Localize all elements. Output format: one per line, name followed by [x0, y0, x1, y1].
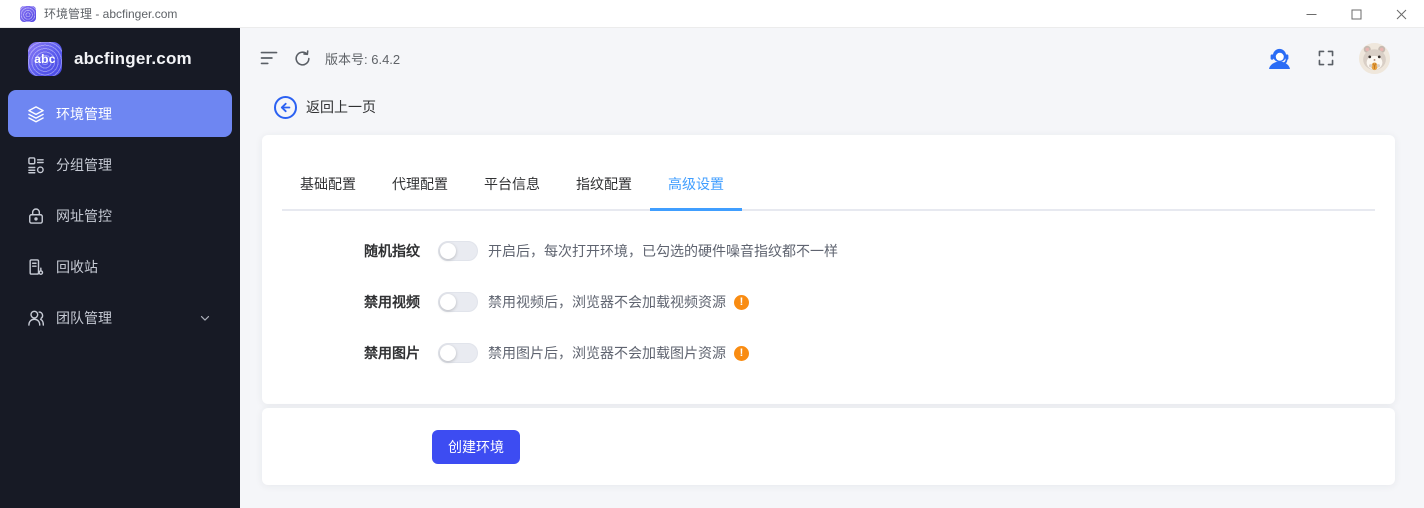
- titlebar: 环境管理 - abcfinger.com: [0, 0, 1424, 28]
- app-logo-icon: [20, 5, 36, 22]
- team-icon: [26, 308, 46, 328]
- window-title: 环境管理 - abcfinger.com: [44, 7, 178, 21]
- tab-proxy-config[interactable]: 代理配置: [374, 165, 466, 209]
- fullscreen-icon[interactable]: [1317, 49, 1335, 67]
- setting-label: 随机指纹: [364, 243, 420, 259]
- sidebar-item-environment[interactable]: 环境管理: [8, 90, 232, 137]
- brand-logo-text: abc: [34, 52, 56, 66]
- warning-icon[interactable]: [734, 294, 749, 310]
- sidebar-menu: 环境管理 分组管理 网址管控 回收站 团队管理: [0, 90, 240, 341]
- brand-name: abcfinger.com: [74, 49, 192, 68]
- toolbar-right: [1266, 42, 1390, 74]
- recycle-bin-icon: [26, 257, 46, 277]
- tab-fingerprint-config[interactable]: 指纹配置: [558, 165, 650, 209]
- sidebar: abc abcfinger.com 环境管理 分组管理 网址管控 回收站 团队管…: [0, 28, 240, 508]
- setting-description: 开启后，每次打开环境，已勾选的硬件噪音指纹都不一样: [488, 243, 838, 259]
- tab-basic-config[interactable]: 基础配置: [282, 165, 374, 209]
- tab-bar: 基础配置 代理配置 平台信息 指纹配置 高级设置: [282, 135, 1375, 211]
- setting-description: 禁用视频后，浏览器不会加载视频资源: [488, 294, 726, 310]
- sidebar-item-recycle-bin[interactable]: 回收站: [8, 243, 232, 290]
- maximize-icon: [1351, 9, 1362, 19]
- toggle-knob: [440, 345, 456, 361]
- sidebar-item-label: 分组管理: [56, 156, 112, 173]
- disable-video-toggle[interactable]: [438, 292, 478, 312]
- settings-card: 基础配置 代理配置 平台信息 指纹配置 高级设置 随机指纹 开启后，每次打开环境…: [262, 135, 1395, 404]
- sidebar-item-team[interactable]: 团队管理: [8, 294, 232, 341]
- close-icon: [1396, 9, 1407, 19]
- customer-support-icon[interactable]: [1266, 45, 1293, 72]
- setting-label: 禁用视频: [364, 294, 420, 310]
- warning-icon[interactable]: [734, 345, 749, 361]
- settings-rows: 随机指纹 开启后，每次打开环境，已勾选的硬件噪音指纹都不一样 禁用视频 禁用视频…: [262, 211, 1395, 371]
- hamster-avatar-image: [1359, 42, 1390, 74]
- minimize-button[interactable]: [1289, 0, 1334, 28]
- refresh-icon[interactable]: [293, 49, 312, 68]
- minimize-icon: [1306, 13, 1317, 15]
- version-label: 版本号: 6.4.2: [325, 51, 401, 67]
- back-label: 返回上一页: [306, 99, 376, 115]
- chevron-down-icon: [198, 311, 212, 325]
- create-environment-button[interactable]: 创建环境: [432, 429, 520, 464]
- brand-logo-icon: abc: [28, 42, 62, 76]
- tab-advanced-settings[interactable]: 高级设置: [650, 165, 742, 211]
- group-icon: [26, 155, 46, 175]
- sidebar-item-groups[interactable]: 分组管理: [8, 141, 232, 188]
- sidebar-item-url-control[interactable]: 网址管控: [8, 192, 232, 239]
- sidebar-item-label: 网址管控: [56, 207, 112, 224]
- toggle-knob: [440, 294, 456, 310]
- sidebar-item-label: 团队管理: [56, 309, 112, 326]
- window-controls: [1289, 0, 1424, 28]
- disable-image-toggle[interactable]: [438, 343, 478, 363]
- collapse-menu-icon[interactable]: [259, 48, 279, 68]
- tab-platform-info[interactable]: 平台信息: [466, 165, 558, 209]
- main-area: 版本号: 6.4.2 返回上一页 基础配置 代理配置 平台信息 指纹配置 高级设…: [240, 28, 1424, 508]
- close-button[interactable]: [1379, 0, 1424, 28]
- setting-row-disable-video: 禁用视频 禁用视频后，浏览器不会加载视频资源: [262, 284, 1395, 320]
- user-avatar[interactable]: [1359, 42, 1390, 74]
- back-arrow-icon: [274, 95, 297, 119]
- setting-label: 禁用图片: [364, 345, 420, 361]
- setting-description: 禁用图片后，浏览器不会加载图片资源: [488, 345, 726, 361]
- random-fingerprint-toggle[interactable]: [438, 241, 478, 261]
- back-button[interactable]: 返回上一页: [240, 90, 1424, 124]
- layers-icon: [26, 104, 46, 124]
- brand: abc abcfinger.com: [28, 42, 240, 76]
- sidebar-item-label: 回收站: [56, 258, 98, 275]
- footer-bar: 创建环境: [262, 408, 1395, 485]
- sidebar-item-label: 环境管理: [56, 105, 112, 122]
- toolbar: 版本号: 6.4.2: [240, 28, 1424, 88]
- setting-row-disable-image: 禁用图片 禁用图片后，浏览器不会加载图片资源: [262, 335, 1395, 371]
- lock-icon: [26, 206, 46, 226]
- setting-row-random-fingerprint: 随机指纹 开启后，每次打开环境，已勾选的硬件噪音指纹都不一样: [262, 233, 1395, 269]
- maximize-button[interactable]: [1334, 0, 1379, 28]
- toggle-knob: [440, 243, 456, 259]
